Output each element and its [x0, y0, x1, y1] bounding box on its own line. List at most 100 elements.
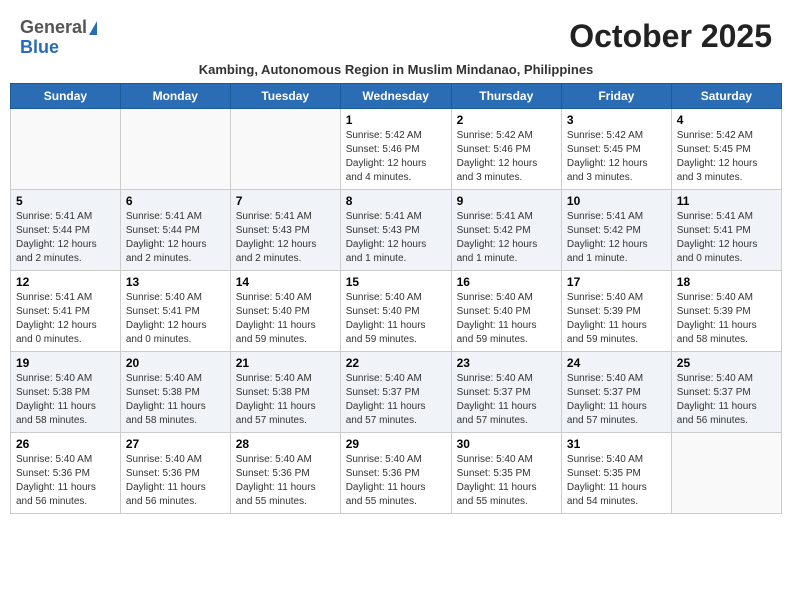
day-of-week-header: Wednesday [340, 83, 451, 108]
calendar-cell: 10 Sunrise: 5:41 AMSunset: 5:42 PMDayligh… [561, 189, 671, 270]
calendar-table: SundayMondayTuesdayWednesdayThursdayFrid… [10, 83, 782, 514]
calendar-cell [11, 108, 121, 189]
cell-info: Sunrise: 5:40 AMSunset: 5:40 PMDaylight:… [236, 291, 335, 347]
calendar-week-row: 1 Sunrise: 5:42 AMSunset: 5:46 PMDaylight… [11, 108, 782, 189]
cell-info: Sunrise: 5:41 AMSunset: 5:41 PMDaylight:… [677, 210, 776, 266]
cell-info: Sunrise: 5:40 AMSunset: 5:38 PMDaylight:… [126, 372, 225, 428]
cell-info: Sunrise: 5:40 AMSunset: 5:39 PMDaylight:… [677, 291, 776, 347]
calendar-cell [230, 108, 340, 189]
day-of-week-header: Monday [120, 83, 230, 108]
day-number: 20 [126, 356, 225, 370]
day-number: 22 [346, 356, 446, 370]
day-of-week-header: Sunday [11, 83, 121, 108]
calendar-cell: 6 Sunrise: 5:41 AMSunset: 5:44 PMDaylight… [120, 189, 230, 270]
logo-triangle-icon [89, 21, 97, 35]
day-number: 14 [236, 275, 335, 289]
day-of-week-header: Thursday [451, 83, 561, 108]
logo: General Blue [20, 18, 97, 58]
calendar-week-row: 26Sunrise: 5:40 AMSunset: 5:36 PMDayligh… [11, 432, 782, 513]
calendar-cell: 13 Sunrise: 5:40 AMSunset: 5:41 PMDayligh… [120, 270, 230, 351]
cell-info: Sunrise: 5:41 AMSunset: 5:44 PMDaylight:… [126, 210, 225, 266]
calendar-cell: 7Sunrise: 5:41 AMSunset: 5:43 PMDaylight… [230, 189, 340, 270]
cell-info: Sunrise: 5:41 AMSunset: 5:41 PMDaylight:… [16, 291, 115, 347]
day-number: 29 [346, 437, 446, 451]
cell-info: Sunrise: 5:40 AMSunset: 5:37 PMDaylight:… [567, 372, 666, 428]
logo-blue-text: Blue [20, 38, 97, 58]
day-number: 5 [16, 194, 115, 208]
day-number: 13 [126, 275, 225, 289]
calendar-cell: 15 Sunrise: 5:40 AMSunset: 5:40 PMDayligh… [340, 270, 451, 351]
cell-info: Sunrise: 5:40 AMSunset: 5:36 PMDaylight:… [16, 453, 115, 509]
cell-info: Sunrise: 5:40 AMSunset: 5:41 PMDaylight:… [126, 291, 225, 347]
calendar-cell: 24 Sunrise: 5:40 AMSunset: 5:37 PMDayligh… [561, 351, 671, 432]
cell-info: Sunrise: 5:40 AMSunset: 5:36 PMDaylight:… [346, 453, 446, 509]
calendar-cell: 23 Sunrise: 5:40 AMSunset: 5:37 PMDayligh… [451, 351, 561, 432]
cell-info: Sunrise: 5:40 AMSunset: 5:35 PMDaylight:… [457, 453, 556, 509]
day-of-week-header: Saturday [671, 83, 781, 108]
logo-general-text: General [20, 18, 87, 38]
calendar-cell [120, 108, 230, 189]
calendar-header-row: SundayMondayTuesdayWednesdayThursdayFrid… [11, 83, 782, 108]
calendar-cell: 20 Sunrise: 5:40 AMSunset: 5:38 PMDayligh… [120, 351, 230, 432]
day-number: 25 [677, 356, 776, 370]
day-number: 3 [567, 113, 666, 127]
calendar-cell: 26Sunrise: 5:40 AMSunset: 5:36 PMDayligh… [11, 432, 121, 513]
day-number: 7 [236, 194, 335, 208]
day-number: 19 [16, 356, 115, 370]
calendar-week-row: 5 Sunrise: 5:41 AMSunset: 5:44 PMDaylight… [11, 189, 782, 270]
calendar-cell: 3 Sunrise: 5:42 AMSunset: 5:45 PMDaylight… [561, 108, 671, 189]
cell-info: Sunrise: 5:41 AMSunset: 5:44 PMDaylight:… [16, 210, 115, 266]
calendar-cell: 22Sunrise: 5:40 AMSunset: 5:37 PMDayligh… [340, 351, 451, 432]
cell-info: Sunrise: 5:40 AMSunset: 5:40 PMDaylight:… [346, 291, 446, 347]
day-of-week-header: Friday [561, 83, 671, 108]
calendar-cell: 30Sunrise: 5:40 AMSunset: 5:35 PMDayligh… [451, 432, 561, 513]
cell-info: Sunrise: 5:42 AMSunset: 5:45 PMDaylight:… [567, 129, 666, 185]
calendar-week-row: 19 Sunrise: 5:40 AMSunset: 5:38 PMDayligh… [11, 351, 782, 432]
calendar-cell: 12Sunrise: 5:41 AMSunset: 5:41 PMDayligh… [11, 270, 121, 351]
calendar-cell: 29 Sunrise: 5:40 AMSunset: 5:36 PMDayligh… [340, 432, 451, 513]
day-number: 15 [346, 275, 446, 289]
month-title: October 2025 [569, 18, 772, 55]
calendar-cell: 2Sunrise: 5:42 AMSunset: 5:46 PMDaylight… [451, 108, 561, 189]
day-number: 4 [677, 113, 776, 127]
calendar-cell: 4 Sunrise: 5:42 AMSunset: 5:45 PMDaylight… [671, 108, 781, 189]
cell-info: Sunrise: 5:42 AMSunset: 5:45 PMDaylight:… [677, 129, 776, 185]
day-number: 9 [457, 194, 556, 208]
cell-info: Sunrise: 5:40 AMSunset: 5:35 PMDaylight:… [567, 453, 666, 509]
cell-info: Sunrise: 5:40 AMSunset: 5:36 PMDaylight:… [236, 453, 335, 509]
calendar-cell: 11 Sunrise: 5:41 AMSunset: 5:41 PMDayligh… [671, 189, 781, 270]
cell-info: Sunrise: 5:40 AMSunset: 5:36 PMDaylight:… [126, 453, 225, 509]
day-number: 10 [567, 194, 666, 208]
cell-info: Sunrise: 5:40 AMSunset: 5:37 PMDaylight:… [457, 372, 556, 428]
calendar-cell: 18 Sunrise: 5:40 AMSunset: 5:39 PMDayligh… [671, 270, 781, 351]
calendar-cell: 16Sunrise: 5:40 AMSunset: 5:40 PMDayligh… [451, 270, 561, 351]
calendar-cell: 25 Sunrise: 5:40 AMSunset: 5:37 PMDayligh… [671, 351, 781, 432]
day-number: 28 [236, 437, 335, 451]
day-number: 16 [457, 275, 556, 289]
calendar-cell: 27 Sunrise: 5:40 AMSunset: 5:36 PMDayligh… [120, 432, 230, 513]
cell-info: Sunrise: 5:41 AMSunset: 5:42 PMDaylight:… [457, 210, 556, 266]
calendar-cell: 8Sunrise: 5:41 AMSunset: 5:43 PMDaylight… [340, 189, 451, 270]
day-number: 24 [567, 356, 666, 370]
calendar-cell: 17Sunrise: 5:40 AMSunset: 5:39 PMDayligh… [561, 270, 671, 351]
cell-info: Sunrise: 5:42 AMSunset: 5:46 PMDaylight:… [346, 129, 446, 185]
subtitle: Kambing, Autonomous Region in Muslim Min… [10, 62, 782, 77]
day-number: 21 [236, 356, 335, 370]
calendar-cell: 19 Sunrise: 5:40 AMSunset: 5:38 PMDayligh… [11, 351, 121, 432]
page-header: General Blue October 2025 [10, 10, 782, 62]
calendar-cell: 31Sunrise: 5:40 AMSunset: 5:35 PMDayligh… [561, 432, 671, 513]
cell-info: Sunrise: 5:40 AMSunset: 5:38 PMDaylight:… [16, 372, 115, 428]
day-number: 6 [126, 194, 225, 208]
day-number: 11 [677, 194, 776, 208]
cell-info: Sunrise: 5:40 AMSunset: 5:38 PMDaylight:… [236, 372, 335, 428]
cell-info: Sunrise: 5:41 AMSunset: 5:42 PMDaylight:… [567, 210, 666, 266]
day-number: 1 [346, 113, 446, 127]
calendar-cell: 5 Sunrise: 5:41 AMSunset: 5:44 PMDaylight… [11, 189, 121, 270]
cell-info: Sunrise: 5:40 AMSunset: 5:37 PMDaylight:… [677, 372, 776, 428]
day-number: 27 [126, 437, 225, 451]
calendar-cell: 14 Sunrise: 5:40 AMSunset: 5:40 PMDayligh… [230, 270, 340, 351]
cell-info: Sunrise: 5:41 AMSunset: 5:43 PMDaylight:… [346, 210, 446, 266]
day-number: 23 [457, 356, 556, 370]
day-number: 18 [677, 275, 776, 289]
cell-info: Sunrise: 5:40 AMSunset: 5:39 PMDaylight:… [567, 291, 666, 347]
